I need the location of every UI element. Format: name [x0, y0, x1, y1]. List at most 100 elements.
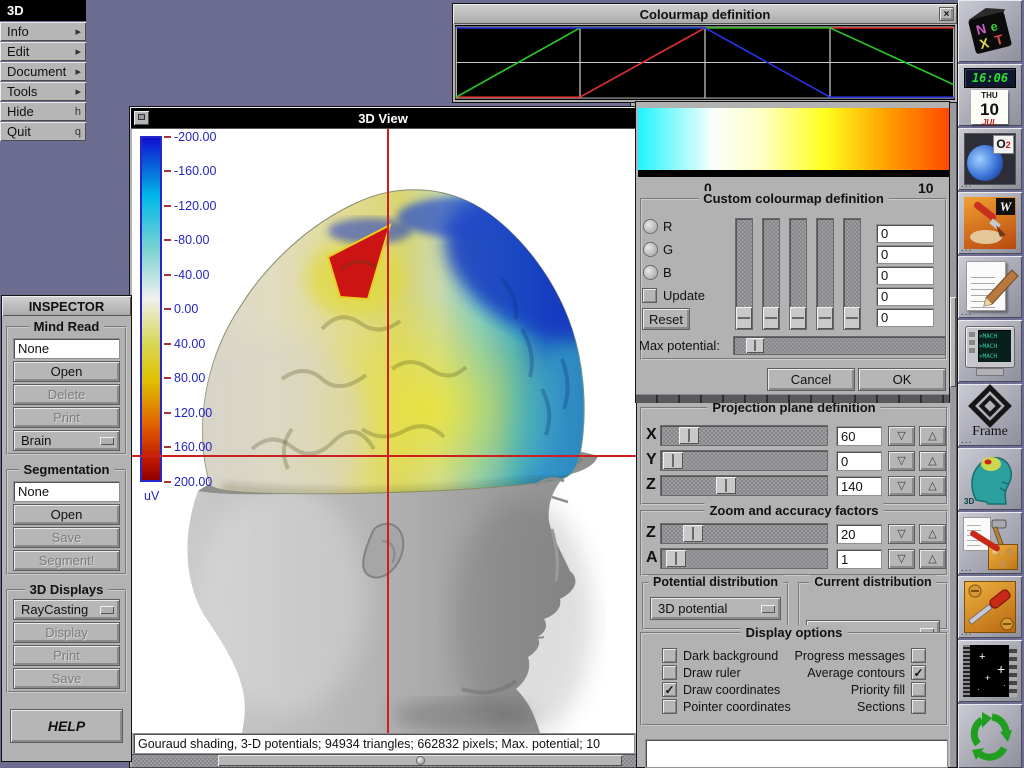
- potential-distribution-popup[interactable]: 3D potential: [650, 597, 781, 620]
- ok-button[interactable]: OK: [858, 368, 946, 391]
- z-decrement-button[interactable]: ▽: [888, 476, 915, 496]
- dock-tile-clock-calendar[interactable]: 16:06 THU 10 JUL: [958, 64, 1022, 126]
- slider-thumb[interactable]: [663, 452, 683, 469]
- dock-tile-browser[interactable]: O2: [958, 128, 1022, 190]
- slider-thumb[interactable]: [746, 338, 764, 353]
- mind-read-delete-button[interactable]: Delete: [13, 384, 120, 405]
- y-increment-button[interactable]: △: [919, 451, 946, 471]
- cancel-button[interactable]: Cancel: [767, 368, 855, 391]
- help-button[interactable]: HELP: [10, 709, 123, 743]
- dialog-resize-bar[interactable]: [636, 394, 949, 403]
- z-increment-button[interactable]: △: [919, 476, 946, 496]
- slider-thumb[interactable]: [666, 550, 686, 567]
- sections-option[interactable]: Sections✓: [700, 699, 926, 714]
- colourmap-curve-editor[interactable]: [455, 25, 955, 100]
- dock-tile-backspace[interactable]: + + + · ·: [958, 640, 1022, 702]
- accuracy-decrement-button[interactable]: ▽: [888, 549, 915, 569]
- colour-slider-4[interactable]: [816, 218, 834, 330]
- menu-item-tools[interactable]: Tools▸: [0, 82, 86, 101]
- menu-item-document[interactable]: Document▸: [0, 62, 86, 81]
- accuracy-factor-slider[interactable]: [660, 548, 828, 569]
- dock-tile-installer[interactable]: [958, 512, 1022, 574]
- slider-thumb[interactable]: [817, 307, 833, 329]
- menu-item-info[interactable]: Info▸: [0, 22, 86, 41]
- menu-item-edit[interactable]: Edit▸: [0, 42, 86, 61]
- colour-value-field-3[interactable]: 0: [876, 266, 934, 285]
- display-print-button[interactable]: Print: [13, 645, 120, 666]
- accuracy-increment-button[interactable]: △: [919, 549, 946, 569]
- slider-thumb[interactable]: [844, 307, 860, 329]
- x-value-field[interactable]: 60: [836, 426, 882, 446]
- z-slider[interactable]: [660, 475, 828, 496]
- blue-channel-radio[interactable]: B: [644, 265, 672, 280]
- accuracy-factor-field[interactable]: 1: [836, 549, 882, 569]
- checkbox[interactable]: ✓: [662, 665, 677, 680]
- display-button[interactable]: Display: [13, 622, 120, 643]
- render-viewport[interactable]: -200.00 -160.00 -120.00 -80.00 -40.00 0.…: [132, 129, 636, 733]
- zoom-decrement-button[interactable]: ▽: [888, 524, 915, 544]
- average-contours-option[interactable]: Average contours✓: [700, 665, 926, 680]
- slider-thumb[interactable]: [683, 525, 703, 542]
- window-titlebar[interactable]: Colourmap definition ×: [453, 4, 957, 24]
- colour-value-field-1[interactable]: 0: [876, 224, 934, 243]
- colour-value-field-4[interactable]: 0: [876, 287, 934, 306]
- dock-tile-editor[interactable]: [958, 256, 1022, 318]
- window-titlebar[interactable]: 3D View: [130, 107, 636, 129]
- mind-read-type-popup[interactable]: Brain: [13, 430, 120, 451]
- miniaturize-button[interactable]: [134, 111, 149, 125]
- x-decrement-button[interactable]: ▽: [888, 426, 915, 446]
- y-decrement-button[interactable]: ▽: [888, 451, 915, 471]
- slider-thumb[interactable]: [790, 307, 806, 329]
- x-increment-button[interactable]: △: [919, 426, 946, 446]
- zoom-increment-button[interactable]: △: [919, 524, 946, 544]
- priority-fill-option[interactable]: Priority fill✓: [700, 682, 926, 697]
- x-slider[interactable]: [660, 425, 828, 446]
- reset-button[interactable]: Reset: [642, 308, 690, 330]
- y-slider[interactable]: [660, 450, 828, 471]
- colour-value-field-5[interactable]: 0: [876, 308, 934, 327]
- scrollbar-knob[interactable]: [218, 755, 622, 766]
- slider-thumb[interactable]: [679, 427, 699, 444]
- colour-slider-2[interactable]: [762, 218, 780, 330]
- slider-thumb[interactable]: [716, 477, 736, 494]
- dock-tile-console[interactable]: >MACH >MACH >MACH: [958, 320, 1022, 382]
- close-button[interactable]: ×: [939, 7, 954, 21]
- checkbox[interactable]: ✓: [662, 648, 677, 663]
- colour-slider-5[interactable]: [843, 218, 861, 330]
- dock-tile-writeup[interactable]: W: [958, 192, 1022, 254]
- dock-tile-recycler[interactable]: [958, 704, 1022, 768]
- checkbox[interactable]: ✓: [642, 288, 657, 303]
- zoom-factor-field[interactable]: 20: [836, 524, 882, 544]
- menu-item-quit[interactable]: Quitq: [0, 122, 86, 141]
- checkbox[interactable]: ✓: [662, 699, 677, 714]
- segmentation-open-button[interactable]: Open: [13, 504, 120, 525]
- y-value-field[interactable]: 0: [836, 451, 882, 471]
- scrollbar-knob[interactable]: [950, 297, 956, 387]
- menu-item-hide[interactable]: Hideh: [0, 102, 86, 121]
- max-potential-slider[interactable]: [733, 336, 946, 355]
- display-mode-popup[interactable]: RayCasting: [13, 599, 120, 620]
- checkbox[interactable]: ✓: [911, 648, 926, 663]
- colour-slider-3[interactable]: [789, 218, 807, 330]
- segmentation-file-field[interactable]: None: [13, 481, 120, 502]
- segment-button[interactable]: Segment!: [13, 550, 120, 571]
- mind-read-open-button[interactable]: Open: [13, 361, 120, 382]
- inspector-titlebar[interactable]: INSPECTOR: [2, 296, 131, 316]
- red-channel-radio[interactable]: R: [644, 219, 672, 234]
- zoom-factor-slider[interactable]: [660, 523, 828, 544]
- segmentation-save-button[interactable]: Save: [13, 527, 120, 548]
- slider-thumb[interactable]: [736, 307, 752, 329]
- display-save-button[interactable]: Save: [13, 668, 120, 689]
- checkbox[interactable]: ✓: [662, 682, 677, 697]
- green-channel-radio[interactable]: G: [644, 242, 673, 257]
- z-value-field[interactable]: 140: [836, 476, 882, 496]
- mind-read-print-button[interactable]: Print: [13, 407, 120, 428]
- message-area[interactable]: [645, 739, 948, 768]
- menu-title[interactable]: 3D: [0, 0, 86, 21]
- dock-tile-framemaker[interactable]: Frame: [958, 384, 1022, 446]
- checkbox[interactable]: ✓: [911, 665, 926, 680]
- slider-thumb[interactable]: [763, 307, 779, 329]
- panel-scrollbar[interactable]: [949, 87, 957, 767]
- mind-read-file-field[interactable]: None: [13, 338, 120, 359]
- update-option[interactable]: ✓Update: [642, 288, 705, 303]
